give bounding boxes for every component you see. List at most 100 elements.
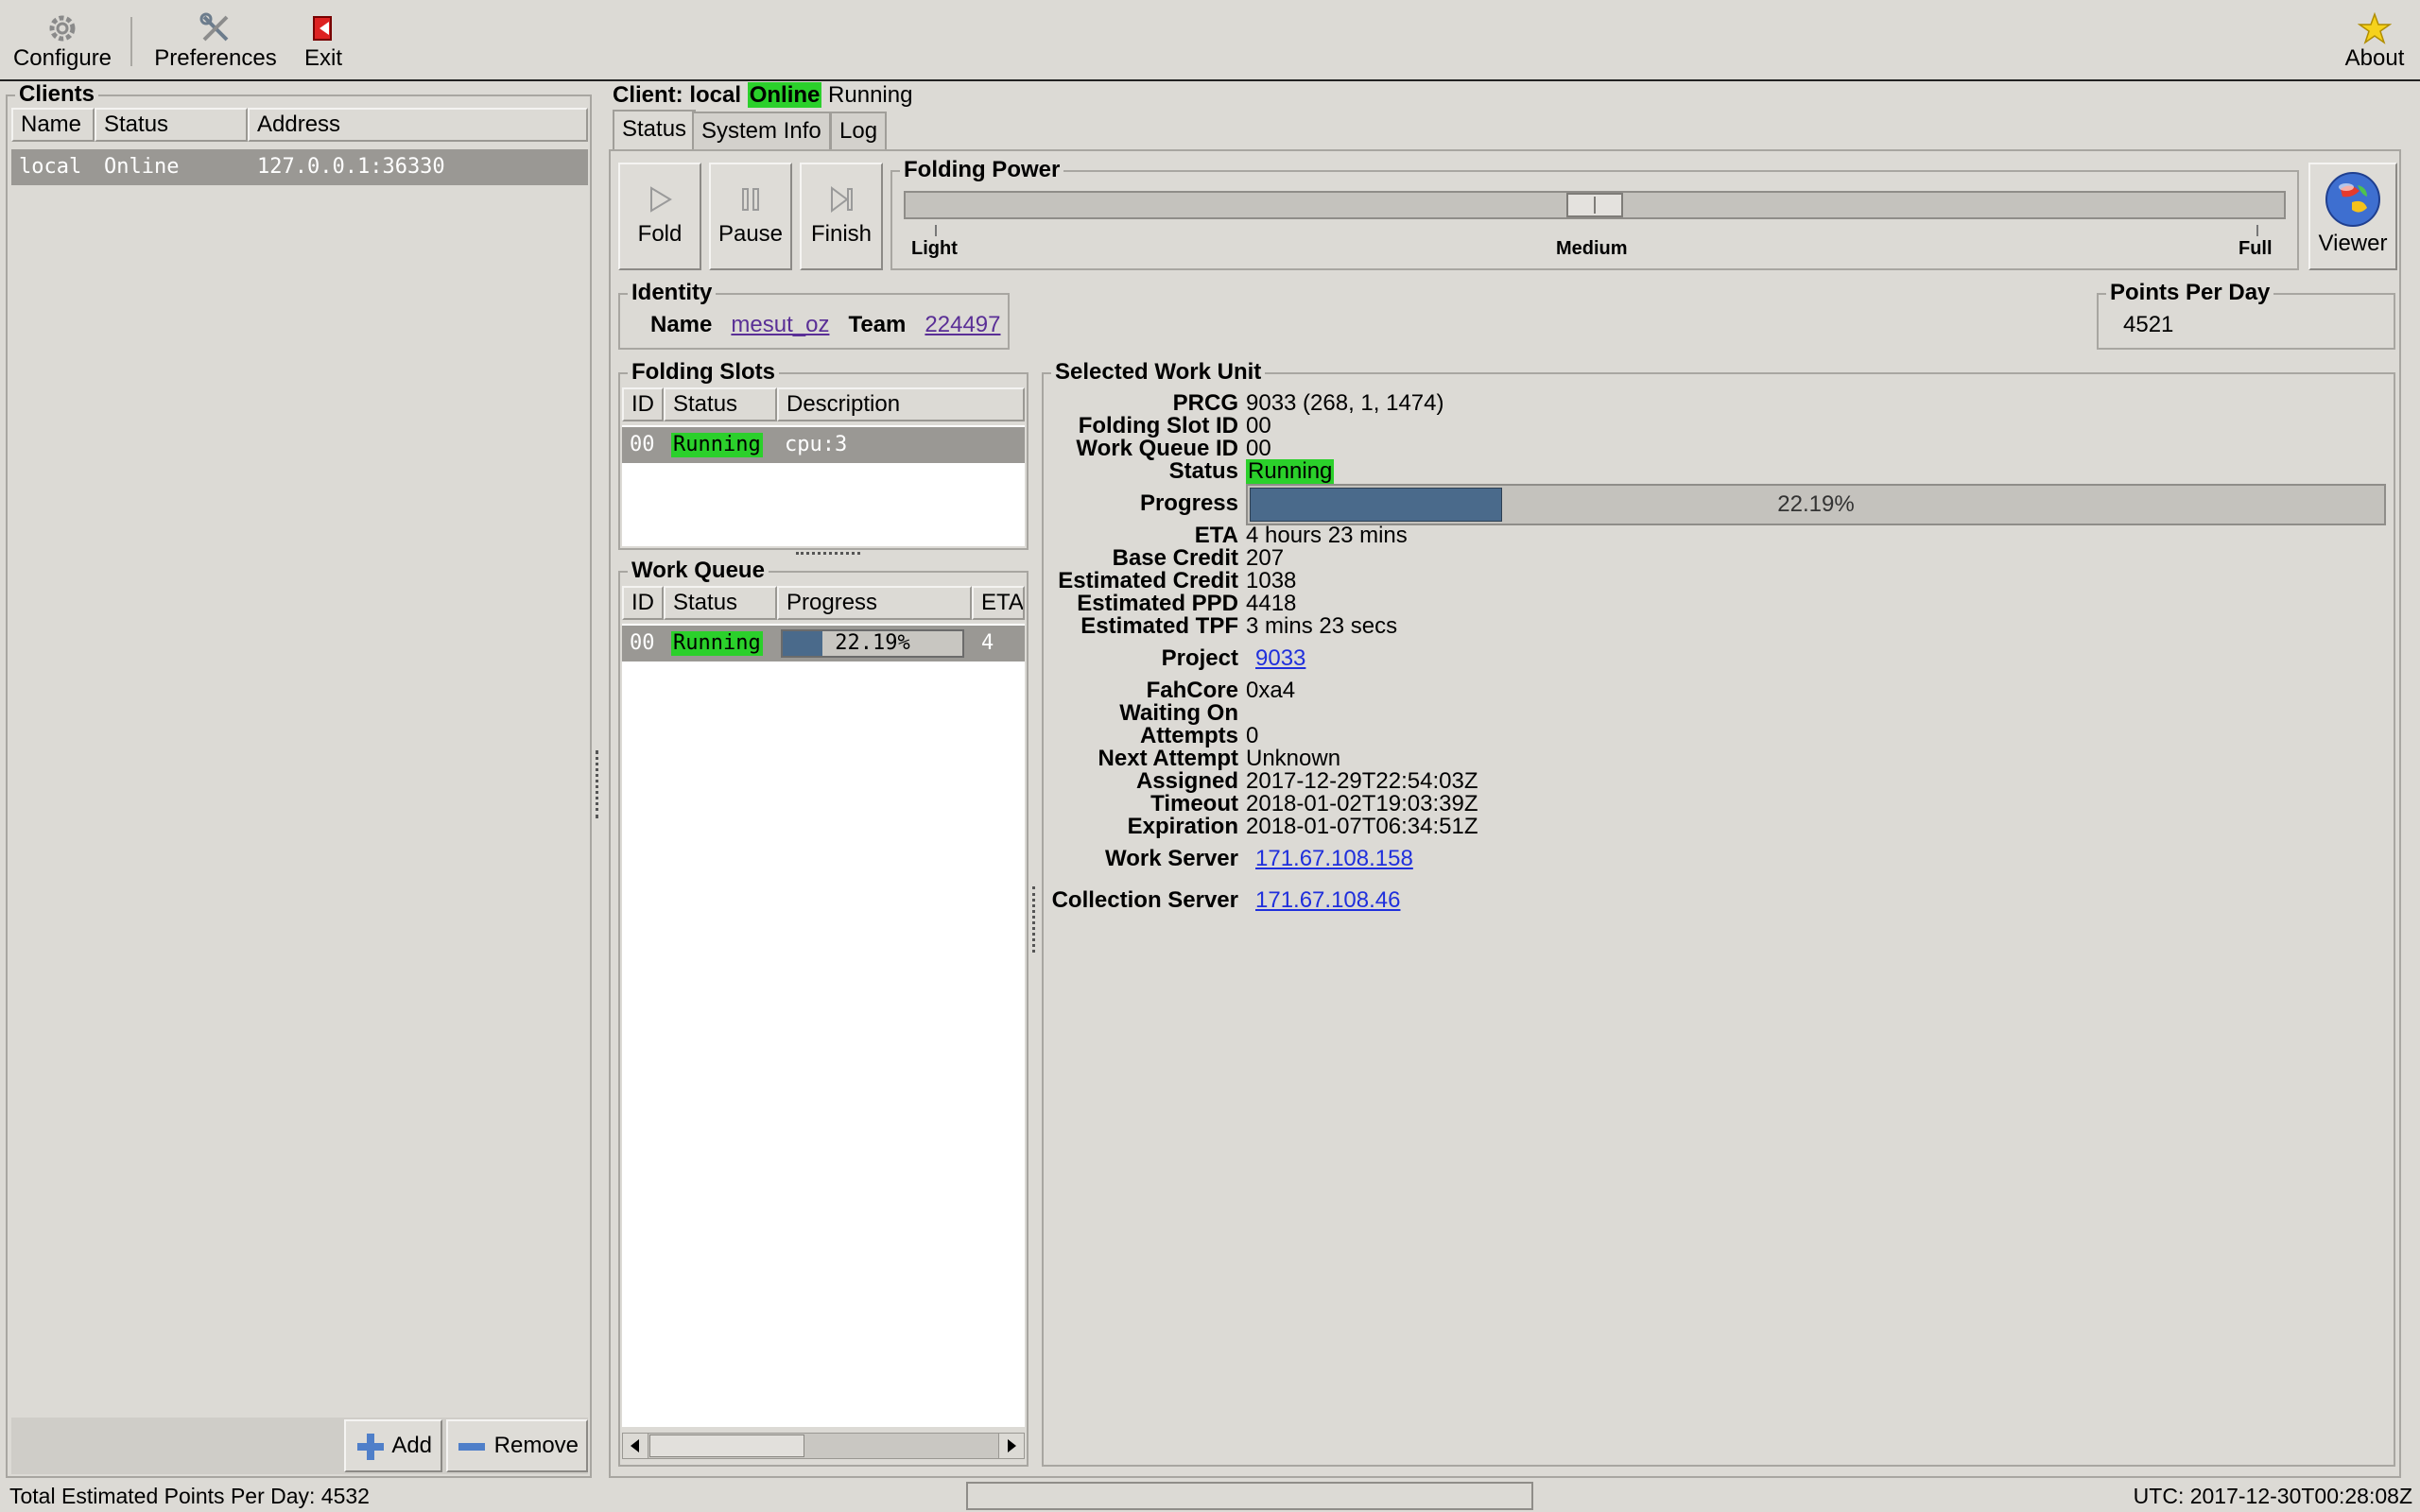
wu-project-link[interactable]: 9033 <box>1255 646 1305 671</box>
wu-project-label: Project <box>1161 645 1238 671</box>
identity-title: Identity <box>628 280 717 306</box>
toolbar-separator <box>130 17 132 66</box>
preferences-label: Preferences <box>154 45 277 71</box>
tick-light <box>935 225 937 236</box>
wu-collection-server-label: Collection Server <box>1051 887 1238 913</box>
scroll-right-button[interactable] <box>998 1434 1024 1458</box>
slot-description: cpu:3 <box>785 433 848 456</box>
wu-work-server-label: Work Server <box>1105 846 1238 871</box>
play-icon <box>650 186 672 213</box>
exit-label: Exit <box>303 45 342 71</box>
wu-est-tpf-label: Estimated TPF <box>1080 613 1238 639</box>
viewer-globe-icon <box>2325 172 2380 227</box>
work-queue-title: Work Queue <box>628 558 769 584</box>
pane-splitter[interactable] <box>596 750 604 818</box>
wu-expiration-label: Expiration <box>1127 814 1238 839</box>
client-header-state: Running <box>828 82 913 108</box>
pause-button[interactable]: Pause <box>709 163 792 270</box>
queue-col-status[interactable]: Status <box>664 586 777 620</box>
wu-prcg: 9033 (268, 1, 1474) <box>1246 390 1444 416</box>
slots-queue-splitter[interactable] <box>796 552 860 558</box>
exit-icon <box>313 16 332 41</box>
identity-team-label: Team <box>848 312 907 337</box>
about-label: About <box>2344 45 2405 71</box>
client-header-status: Online <box>747 82 822 108</box>
wu-work-server-link[interactable]: 171.67.108.158 <box>1255 847 1413 871</box>
toolbar: Configure Preferences Exit About <box>0 0 2420 81</box>
scroll-left-button[interactable] <box>623 1434 648 1458</box>
pause-icon <box>742 188 759 211</box>
tab-system-info[interactable]: System Info <box>692 112 831 149</box>
queue-status: Running <box>671 631 763 656</box>
work-unit-frame: Selected Work Unit <box>1042 359 2395 1467</box>
slots-col-status[interactable]: Status <box>664 387 777 421</box>
folding-power-title: Folding Power <box>900 157 1064 183</box>
client-row[interactable]: local Online 127.0.0.1:36330 <box>11 149 588 185</box>
folding-power-light: Light <box>911 238 958 259</box>
tick-full <box>2256 225 2258 236</box>
client-name: local <box>19 155 82 179</box>
clients-frame: Clients <box>6 81 592 1478</box>
folding-power-full: Full <box>2238 238 2273 259</box>
ppd-value: 4521 <box>2123 312 2174 337</box>
slot-status: Running <box>671 433 763 457</box>
clients-col-name[interactable]: Name <box>11 108 95 142</box>
client-status: Online <box>104 155 180 179</box>
wu-fahcore: 0xa4 <box>1246 678 1296 703</box>
client-header: Client: local Online Running <box>613 81 912 110</box>
wu-expiration: 2018-01-07T06:34:51Z <box>1246 814 1478 839</box>
clients-col-address[interactable]: Address <box>248 108 588 142</box>
wu-progress-label: Progress <box>1139 490 1238 516</box>
slot-id: 00 <box>630 433 655 456</box>
viewer-label: Viewer <box>2318 231 2388 256</box>
finish-button[interactable]: Finish <box>800 163 883 270</box>
client-address: 127.0.0.1:36330 <box>257 155 445 179</box>
queue-progress-text: 22.19% <box>835 631 910 655</box>
finish-icon <box>831 186 853 213</box>
wu-status: Running <box>1246 458 1335 484</box>
preferences-button[interactable]: Preferences <box>149 8 282 76</box>
fold-button[interactable]: Fold <box>618 163 701 270</box>
wu-est-tpf: 3 mins 23 secs <box>1246 613 1398 639</box>
identity-team-link[interactable]: 224497 <box>925 312 1000 337</box>
configure-button[interactable]: Configure <box>8 8 117 76</box>
about-button[interactable]: About <box>2337 8 2412 76</box>
slots-col-id[interactable]: ID <box>622 387 664 421</box>
queue-id: 00 <box>630 631 655 655</box>
work-unit-title: Selected Work Unit <box>1051 359 1266 386</box>
clients-col-status[interactable]: Status <box>95 108 248 142</box>
status-progress-field <box>966 1482 1533 1510</box>
wu-progress-bar: 22.19% <box>1246 484 2386 525</box>
tab-status[interactable]: Status <box>613 110 697 149</box>
arrow-left-icon <box>631 1439 639 1452</box>
client-header-prefix: Client: local <box>613 82 742 108</box>
queue-horizontal-scrollbar[interactable] <box>622 1433 1025 1459</box>
identity-name-link[interactable]: mesut_oz <box>731 312 829 337</box>
pause-label: Pause <box>717 221 784 247</box>
remove-client-button[interactable]: Remove <box>446 1419 588 1472</box>
fold-label: Fold <box>637 221 683 247</box>
add-label: Add <box>391 1433 433 1458</box>
queue-col-id[interactable]: ID <box>622 586 664 620</box>
identity-row: Name mesut_oz Team 224497 <box>650 312 1001 338</box>
finish-label: Finish <box>810 221 873 247</box>
status-utc: UTC: 2017-12-30T00:28:08Z <box>2133 1484 2412 1508</box>
wu-progress-text: 22.19% <box>1777 491 1855 517</box>
tab-log[interactable]: Log <box>830 112 888 149</box>
star-icon <box>2358 11 2392 44</box>
status-total-ppd: Total Estimated Points Per Day: 4532 <box>9 1484 370 1508</box>
plus-icon <box>356 1433 384 1460</box>
arrow-right-icon <box>1008 1439 1016 1452</box>
viewer-button[interactable]: Viewer <box>2308 163 2397 270</box>
add-client-button[interactable]: Add <box>344 1419 442 1472</box>
ppd-title: Points Per Day <box>2106 280 2274 306</box>
gear-icon <box>49 15 76 42</box>
queue-progress-bar: 22.19% <box>781 629 964 658</box>
queue-col-progress[interactable]: Progress <box>777 586 972 620</box>
scroll-thumb[interactable] <box>649 1435 804 1457</box>
exit-button[interactable]: Exit <box>295 8 352 76</box>
folding-power-slider-handle[interactable] <box>1566 193 1623 217</box>
folding-power-medium: Medium <box>1556 238 1628 259</box>
wu-status-label: Status <box>1168 458 1238 484</box>
wu-collection-server-link[interactable]: 171.67.108.46 <box>1255 888 1400 913</box>
